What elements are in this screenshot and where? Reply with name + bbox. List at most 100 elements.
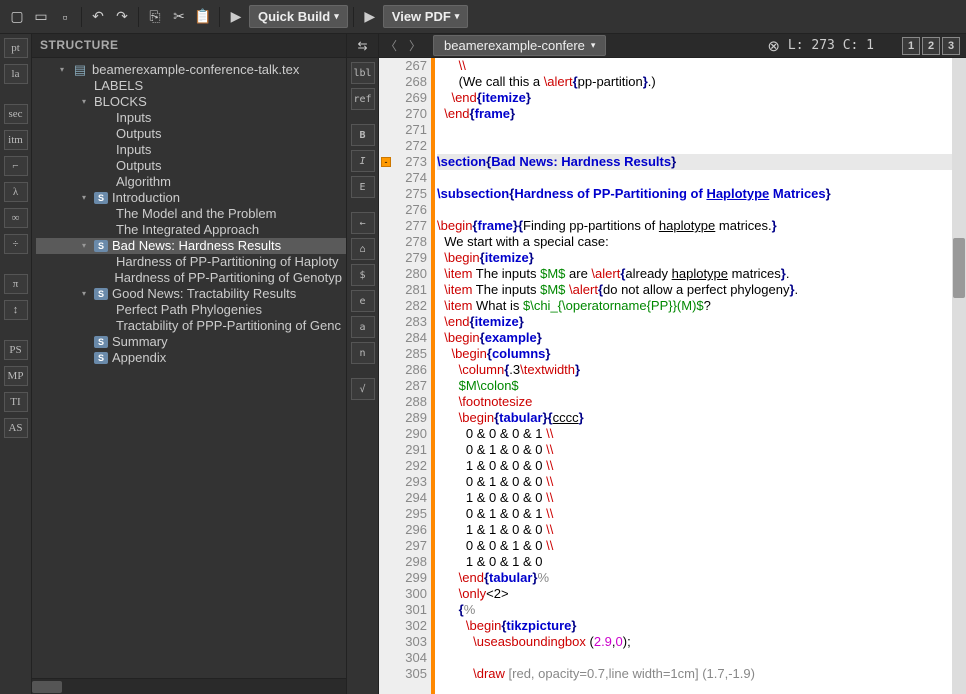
tree-label: Inputs [116, 142, 151, 158]
insert-button-10[interactable]: n [351, 342, 375, 364]
tree-label: Hardness of PP-Partitioning of Haploty [116, 254, 339, 270]
cursor-position: L: 273 C: 1 [788, 38, 874, 53]
tree-item[interactable]: ▾BLOCKS [36, 94, 346, 110]
tree-item[interactable]: The Model and the Problem [36, 206, 346, 222]
tree-label: BLOCKS [94, 94, 147, 110]
tree-label: Inputs [116, 110, 151, 126]
tree-label: Hardness of PP-Partitioning of Genotyp [114, 270, 342, 286]
tree-label: Outputs [116, 158, 162, 174]
structure-header: STRUCTURE [32, 34, 346, 58]
editor-body[interactable]: - 26726826927027127227327427527627727827… [379, 58, 966, 694]
paste-icon[interactable]: 📋 [192, 6, 214, 28]
symbol-button-13[interactable]: AS [4, 418, 28, 438]
quick-build-button[interactable]: Quick Build [249, 5, 348, 28]
tree-item[interactable]: Hardness of PP-Partitioning of Genotyp [36, 270, 346, 286]
left-symbol-toolbar: pt la sec itm ⌐ λ ∞ ÷ π ↕ PS MP TI AS [0, 34, 32, 694]
symbol-button-11[interactable]: MP [4, 366, 28, 386]
nav-fwd-icon[interactable]: 〉 [409, 37, 425, 54]
tree-item[interactable]: LABELS [36, 78, 346, 94]
tree-label: LABELS [94, 78, 143, 94]
section-icon: S [94, 336, 108, 348]
tree-item[interactable]: Inputs [36, 142, 346, 158]
section-icon: S [94, 288, 108, 300]
tree-item[interactable]: Tractability of PPP-Partitioning of Genc [36, 318, 346, 334]
tree-item[interactable]: Algorithm [36, 174, 346, 190]
view-mode-1[interactable]: 1 [902, 37, 920, 55]
insert-button-2[interactable]: B [351, 124, 375, 146]
section-icon: S [94, 192, 108, 204]
tree-item[interactable]: Perfect Path Phylogenies [36, 302, 346, 318]
file-icon: ▤ [72, 63, 88, 77]
tree-label: Outputs [116, 126, 162, 142]
insert-button-4[interactable]: E [351, 176, 375, 198]
new-file-icon[interactable]: ▢ [6, 6, 28, 28]
tree-item[interactable]: S Appendix [36, 350, 346, 366]
tree-item[interactable]: Outputs [36, 158, 346, 174]
redo-icon[interactable]: ↷ [111, 6, 133, 28]
tree-label: Summary [112, 334, 168, 350]
panel-toggle-icon[interactable]: ⇆ [347, 34, 378, 58]
insert-button-0[interactable]: lbl [351, 62, 375, 84]
symbol-button-9[interactable]: ↕ [4, 300, 28, 320]
symbol-button-0[interactable]: pt [4, 38, 28, 58]
symbol-button-1[interactable]: la [4, 64, 28, 84]
symbol-button-8[interactable]: π [4, 274, 28, 294]
close-tab-icon[interactable]: ⊗ [767, 37, 780, 55]
tree-label: Perfect Path Phylogenies [116, 302, 262, 318]
run-icon-2[interactable]: ▶ [359, 6, 381, 28]
insert-button-8[interactable]: e [351, 290, 375, 312]
tree-label: The Model and the Problem [116, 206, 276, 222]
structure-tree[interactable]: ▾▤beamerexample-conference-talk.texLABEL… [32, 58, 346, 678]
view-mode-3[interactable]: 3 [942, 37, 960, 55]
save-file-icon[interactable]: ▫ [54, 6, 76, 28]
symbol-button-5[interactable]: λ [4, 182, 28, 202]
symbol-button-7[interactable]: ÷ [4, 234, 28, 254]
code-area[interactable]: \\ (We call this a \alert{pp-partition}.… [435, 58, 952, 694]
symbol-button-10[interactable]: PS [4, 340, 28, 360]
fold-gutter[interactable]: - [379, 58, 393, 694]
editor-panel: 〈 〉 beamerexample-confere ⊗ L: 273 C: 1 … [379, 34, 966, 694]
tree-item[interactable]: ▾SGood News: Tractability Results [36, 286, 346, 302]
tree-label: Algorithm [116, 174, 171, 190]
tree-label: Introduction [112, 190, 180, 206]
tree-label: Bad News: Hardness Results [112, 238, 281, 254]
insert-button-1[interactable]: ref [351, 88, 375, 110]
symbol-button-2[interactable]: sec [4, 104, 28, 124]
tree-label: The Integrated Approach [116, 222, 259, 238]
tree-item[interactable]: ▾SIntroduction [36, 190, 346, 206]
open-file-icon[interactable]: ▭ [30, 6, 52, 28]
insert-button-9[interactable]: a [351, 316, 375, 338]
symbol-button-3[interactable]: itm [4, 130, 28, 150]
tree-label: Appendix [112, 350, 166, 366]
insert-button-5[interactable]: ← [351, 212, 375, 234]
view-pdf-button[interactable]: View PDF [383, 5, 469, 28]
tree-item[interactable]: ▾▤beamerexample-conference-talk.tex [36, 62, 346, 78]
structure-hscroll[interactable] [32, 678, 346, 694]
file-tab-dropdown[interactable]: beamerexample-confere [433, 35, 606, 56]
symbol-button-4[interactable]: ⌐ [4, 156, 28, 176]
copy-icon[interactable]: ⎘ [144, 6, 166, 28]
section-icon: S [94, 240, 108, 252]
symbol-button-6[interactable]: ∞ [4, 208, 28, 228]
symbol-button-12[interactable]: TI [4, 392, 28, 412]
run-icon-1[interactable]: ▶ [225, 6, 247, 28]
insert-button-6[interactable]: ⌂ [351, 238, 375, 260]
tree-item[interactable]: ▾SBad News: Hardness Results [36, 238, 346, 254]
insert-button-7[interactable]: $ [351, 264, 375, 286]
insert-button-3[interactable]: I [351, 150, 375, 172]
section-icon: S [94, 352, 108, 364]
undo-icon[interactable]: ↶ [87, 6, 109, 28]
nav-back-icon[interactable]: 〈 [385, 37, 401, 54]
editor-vscroll[interactable] [952, 58, 966, 694]
tree-item[interactable]: The Integrated Approach [36, 222, 346, 238]
view-mode-2[interactable]: 2 [922, 37, 940, 55]
tree-item[interactable]: Inputs [36, 110, 346, 126]
tree-label: beamerexample-conference-talk.tex [92, 62, 299, 78]
tree-item[interactable]: Outputs [36, 126, 346, 142]
tree-item[interactable]: Hardness of PP-Partitioning of Haploty [36, 254, 346, 270]
insert-button-11[interactable]: √ [351, 378, 375, 400]
structure-panel: STRUCTURE ▾▤beamerexample-conference-tal… [32, 34, 347, 694]
tree-item[interactable]: S Summary [36, 334, 346, 350]
cut-icon[interactable]: ✂ [168, 6, 190, 28]
mid-symbol-toolbar: ⇆ lbl ref BIE ← ⌂ $ ean √ [347, 34, 379, 694]
